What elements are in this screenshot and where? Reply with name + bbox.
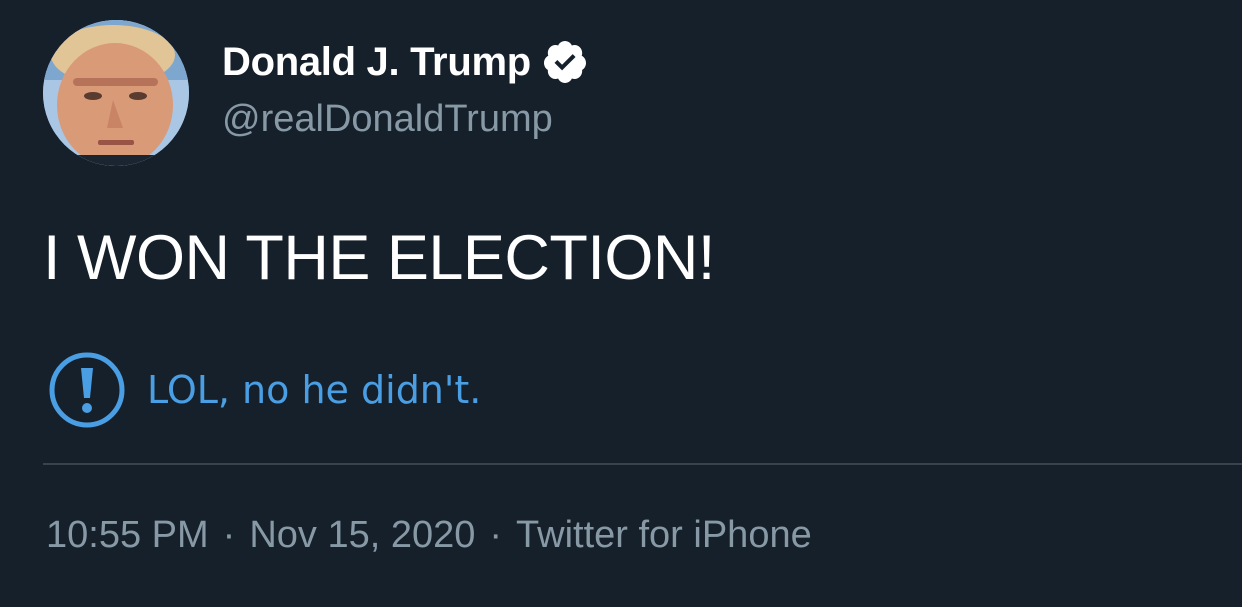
tweet-text: I WON THE ELECTION! <box>43 223 715 293</box>
meta-separator: · <box>222 514 236 556</box>
exclamation-circle-icon <box>49 352 125 428</box>
author-handle[interactable]: @realDonaldTrump <box>222 98 553 141</box>
avatar-photo <box>43 20 189 166</box>
notice-text[interactable]: LOL, no he didn't. <box>147 368 481 412</box>
meta-separator: · <box>489 514 503 556</box>
author-avatar[interactable] <box>43 20 189 166</box>
author-name-row: Donald J. Trump <box>222 36 589 88</box>
tweet-time[interactable]: 10:55 PM <box>46 514 209 557</box>
verified-badge-icon <box>543 41 586 83</box>
tweet-date[interactable]: Nov 15, 2020 <box>249 514 475 557</box>
tweet-source[interactable]: Twitter for iPhone <box>516 514 812 557</box>
divider <box>43 463 1242 465</box>
misinformation-notice[interactable]: LOL, no he didn't. <box>47 350 481 430</box>
tweet-meta: 10:55 PM · Nov 15, 2020 · Twitter for iP… <box>46 514 812 557</box>
author-name[interactable]: Donald J. Trump <box>222 40 531 85</box>
tweet-card: Donald J. Trump @realDonaldTrump I WON T… <box>0 0 1242 607</box>
